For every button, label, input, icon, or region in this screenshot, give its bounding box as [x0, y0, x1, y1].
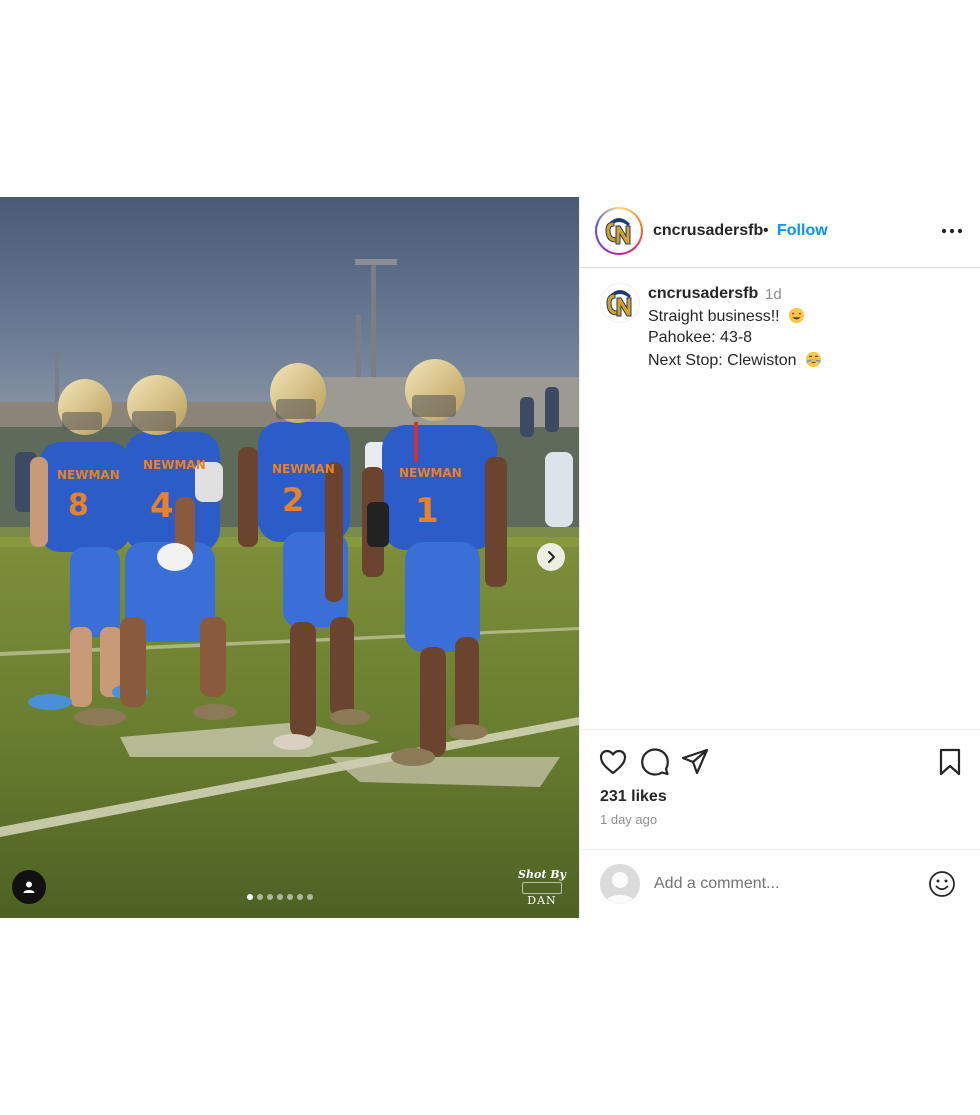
crusaders-logo-icon	[605, 218, 631, 245]
carousel-dot	[277, 894, 283, 900]
watermark-line1: Shot By	[518, 868, 566, 881]
jersey-text-1: NEWMAN	[57, 468, 120, 482]
send-icon[interactable]	[680, 747, 710, 777]
post-timestamp[interactable]: 1 day ago	[600, 812, 657, 827]
caption-time[interactable]: 1d	[765, 286, 782, 303]
caption-line-3: Next Stop: Clewiston	[648, 351, 822, 370]
bookmark-icon[interactable]	[935, 747, 965, 777]
smiley-icon[interactable]	[928, 870, 956, 898]
carousel-dot	[307, 894, 313, 900]
default-avatar-icon	[600, 864, 640, 904]
jersey-number-4: 4	[150, 486, 174, 526]
author-avatar[interactable]	[595, 207, 643, 255]
post-photo: NEWMAN 8 NEWMAN 4 NEWMAN 2 NEWMAN 1	[0, 197, 579, 918]
chevron-right-icon	[548, 551, 555, 563]
viewer-avatar	[600, 864, 640, 904]
watermark-line2: DAN	[527, 894, 557, 908]
post-header: cncrusadersfb • Follow	[580, 197, 980, 268]
comment-input[interactable]	[654, 870, 914, 898]
more-horizontal-icon	[941, 228, 963, 234]
more-options-button[interactable]	[939, 221, 965, 241]
post-side-panel: cncrusadersfb • Follow cncrusadersfb 1d …	[579, 197, 980, 918]
caption-username[interactable]: cncrusadersfb	[648, 285, 758, 303]
photographer-watermark: Shot By DAN	[512, 868, 572, 908]
post-media[interactable]: NEWMAN 8 NEWMAN 4 NEWMAN 2 NEWMAN 1 Shot…	[0, 197, 579, 918]
caption-text: Next Stop: Clewiston	[648, 352, 797, 369]
likes-count[interactable]: 231 likes	[600, 788, 667, 806]
comment-bar	[580, 849, 980, 918]
grinning-emoji-icon	[805, 351, 822, 368]
smiling-heart-eyes-emoji-icon	[788, 307, 805, 324]
caption-text: Pahokee: 43-8	[648, 329, 753, 346]
jersey-text-3: NEWMAN	[272, 462, 335, 476]
caption-text: Straight business!!	[648, 308, 780, 325]
jersey-number-2: 2	[282, 481, 304, 519]
post-actions: 231 likes 1 day ago	[580, 729, 980, 849]
carousel-dot	[247, 894, 253, 900]
tagged-users-button[interactable]	[12, 870, 46, 904]
crusaders-logo-icon	[600, 283, 640, 323]
carousel-dot	[267, 894, 273, 900]
carousel-indicator	[247, 894, 313, 900]
carousel-dot	[257, 894, 263, 900]
camera-icon	[522, 882, 562, 895]
caption-line-2: Pahokee: 43-8	[648, 329, 752, 347]
carousel-next-button[interactable]	[537, 543, 565, 571]
jersey-number-8: 8	[68, 488, 89, 523]
post-caption: cncrusadersfb 1d Straight business!! Pah…	[580, 269, 980, 729]
header-separator: •	[763, 222, 769, 239]
heart-icon[interactable]	[598, 747, 628, 777]
follow-button[interactable]: Follow	[777, 222, 828, 240]
caption-avatar[interactable]	[600, 283, 640, 323]
jersey-number-1: 1	[415, 491, 439, 531]
jersey-text-2: NEWMAN	[143, 458, 206, 472]
carousel-dot	[287, 894, 293, 900]
author-username[interactable]: cncrusadersfb	[653, 222, 763, 240]
carousel-dot	[297, 894, 303, 900]
caption-line-1: Straight business!!	[648, 307, 805, 326]
instagram-post: NEWMAN 8 NEWMAN 4 NEWMAN 2 NEWMAN 1 Shot…	[0, 197, 980, 918]
user-tag-icon	[23, 881, 35, 893]
comment-icon[interactable]	[640, 747, 670, 777]
jersey-text-4: NEWMAN	[399, 466, 462, 480]
